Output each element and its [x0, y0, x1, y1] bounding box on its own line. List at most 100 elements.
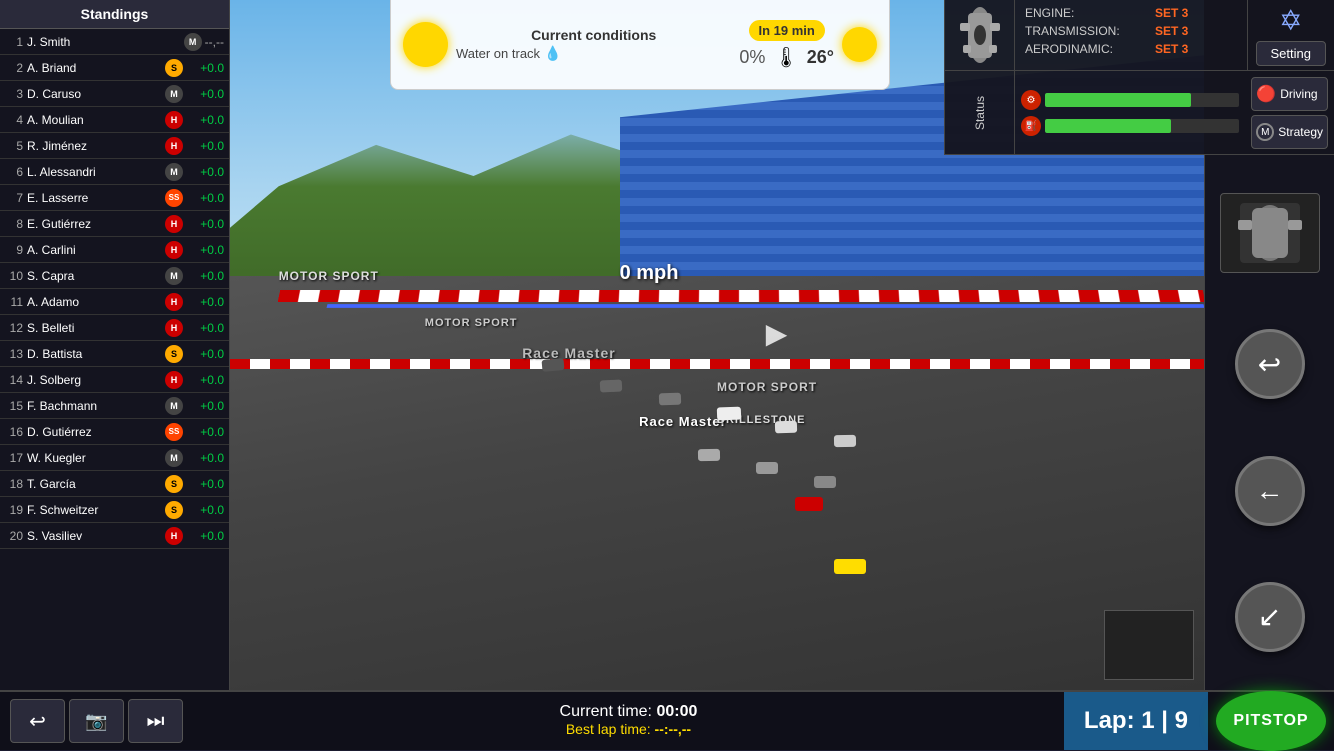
back-arrow-icon: ↩ [1258, 348, 1281, 381]
driver-badge: H [165, 215, 183, 233]
driver-name: A. Carlini [27, 243, 162, 257]
standing-row: 20S. VasilievH+0.0 [0, 523, 229, 549]
standing-time: +0.0 [186, 191, 224, 205]
standing-position: 4 [5, 113, 23, 127]
best-lap-value: --:--,-- [655, 721, 692, 737]
down-left-arrow-icon: ↙ [1258, 600, 1281, 633]
driver-name: A. Moulian [27, 113, 162, 127]
car-top-view-area [945, 0, 1015, 70]
strategy-button[interactable]: M Strategy [1251, 115, 1328, 149]
driver-name: F. Schweitzer [27, 503, 162, 517]
best-lap-label: Best lap time: [566, 721, 655, 737]
driver-name: E. Lasserre [27, 191, 162, 205]
driver-badge: H [165, 371, 183, 389]
standing-row: 4A. MoulianH+0.0 [0, 107, 229, 133]
standing-row: 16D. GutiérrezSS+0.0 [0, 419, 229, 445]
standing-time: +0.0 [186, 113, 224, 127]
driver-badge: M [165, 397, 183, 415]
standing-position: 2 [5, 61, 23, 75]
track-surface [230, 276, 1204, 690]
driver-name: D. Caruso [27, 87, 162, 101]
standing-position: 14 [5, 373, 23, 387]
driver-name: S. Belleti [27, 321, 162, 335]
standing-row: 14J. SolbergH+0.0 [0, 367, 229, 393]
status-icon-1: ⚙ [1021, 90, 1041, 110]
pitstop-button[interactable]: PITSTOP [1216, 691, 1326, 751]
settings-stats: ENGINE: SET 3 TRANSMISSION: SET 3 AERODI… [1015, 0, 1248, 70]
standing-row: 11A. AdamoH+0.0 [0, 289, 229, 315]
standing-row: 3D. CarusoM+0.0 [0, 81, 229, 107]
status-icon-2: ⛽ [1021, 116, 1041, 136]
fast-forward-button[interactable]: ⏭ [128, 699, 183, 743]
aerodinamic-value: SET 3 [1155, 42, 1188, 56]
driving-button[interactable]: 🔴 Driving [1251, 77, 1328, 111]
standing-time: +0.0 [186, 451, 224, 465]
standing-row: 18T. GarcíaS+0.0 [0, 471, 229, 497]
driver-name: A. Adamo [27, 295, 162, 309]
driver-badge: M [165, 163, 183, 181]
left-arrow-icon: ← [1256, 475, 1284, 507]
standing-time: +0.0 [186, 139, 224, 153]
car-silhouette-svg [955, 3, 1005, 68]
right-controls-panel: ↩ ← ↙ [1204, 155, 1334, 690]
sun-icon-left [403, 22, 448, 67]
standing-row: 1J. SmithM--,-- [0, 29, 229, 55]
standing-position: 19 [5, 503, 23, 517]
track-arrow: ▶ [766, 317, 788, 350]
standings-list: 1J. SmithM--,--2A. BriandS+0.03D. Caruso… [0, 29, 229, 549]
back-button[interactable]: ↩ [1235, 329, 1305, 399]
speed-display: 0 mph [620, 262, 679, 285]
camera-icon: 📷 [85, 711, 107, 732]
status-bar-fill-1 [1045, 93, 1191, 107]
mini-car-preview [1220, 193, 1320, 273]
standing-position: 5 [5, 139, 23, 153]
standing-position: 15 [5, 399, 23, 413]
standing-time: +0.0 [186, 529, 224, 543]
standing-time: +0.0 [186, 295, 224, 309]
action-buttons-area: 🔴 Driving M Strategy [1245, 71, 1334, 155]
back-nav-button[interactable]: ↩ [10, 699, 65, 743]
standing-position: 16 [5, 425, 23, 439]
track-logo-5: Race Master [639, 414, 727, 429]
driver-badge: S [165, 475, 183, 493]
status-bar-2 [1045, 119, 1239, 133]
driver-badge: H [165, 293, 183, 311]
setting-button[interactable]: Setting [1256, 41, 1326, 66]
mini-map [1104, 610, 1194, 680]
driver-name: L. Alessandri [27, 165, 162, 179]
standing-row: 6L. AlessandriM+0.0 [0, 159, 229, 185]
thermometer-icon: 🌡 [773, 45, 798, 70]
standing-row: 13D. BattistaS+0.0 [0, 341, 229, 367]
weather-info: Current conditions Water on track 💧 [456, 27, 731, 62]
aerodinamic-stat: AERODINAMIC: SET 3 [1025, 42, 1237, 56]
standing-row: 5R. JiménezH+0.0 [0, 133, 229, 159]
standing-time: +0.0 [186, 477, 224, 491]
standing-time: +0.0 [186, 165, 224, 179]
standing-row: 9A. CarliniH+0.0 [0, 237, 229, 263]
barrier-top [277, 290, 1204, 302]
current-time-value: 00:00 [656, 703, 697, 720]
standing-row: 12S. BelletiH+0.0 [0, 315, 229, 341]
camera-button[interactable]: 📷 [69, 699, 124, 743]
left-control-button[interactable]: ← [1235, 456, 1305, 526]
driver-badge: H [165, 319, 183, 337]
aerodinamic-label: AERODINAMIC: [1025, 42, 1155, 56]
engine-stat: ENGINE: SET 3 [1025, 6, 1237, 20]
bottom-bar: ↩ 📷 ⏭ Current time: 00:00 Best lap time:… [0, 690, 1334, 750]
driver-name: D. Battista [27, 347, 162, 361]
standing-position: 13 [5, 347, 23, 361]
setting-btn-area: ✡ Setting [1248, 0, 1334, 70]
transmission-value: SET 3 [1155, 24, 1188, 38]
back-nav-icon: ↩ [29, 709, 46, 734]
standing-time: +0.0 [186, 217, 224, 231]
standing-row: 8E. GutiérrezH+0.0 [0, 211, 229, 237]
standing-position: 17 [5, 451, 23, 465]
standing-position: 9 [5, 243, 23, 257]
standing-time: +0.0 [186, 61, 224, 75]
weather-condition-text: Water on track [456, 46, 540, 61]
mini-car-svg [1230, 198, 1310, 268]
standing-position: 12 [5, 321, 23, 335]
status-bar-row-1: ⚙ [1021, 90, 1239, 110]
driver-badge: S [165, 345, 183, 363]
down-left-control-button[interactable]: ↙ [1235, 582, 1305, 652]
